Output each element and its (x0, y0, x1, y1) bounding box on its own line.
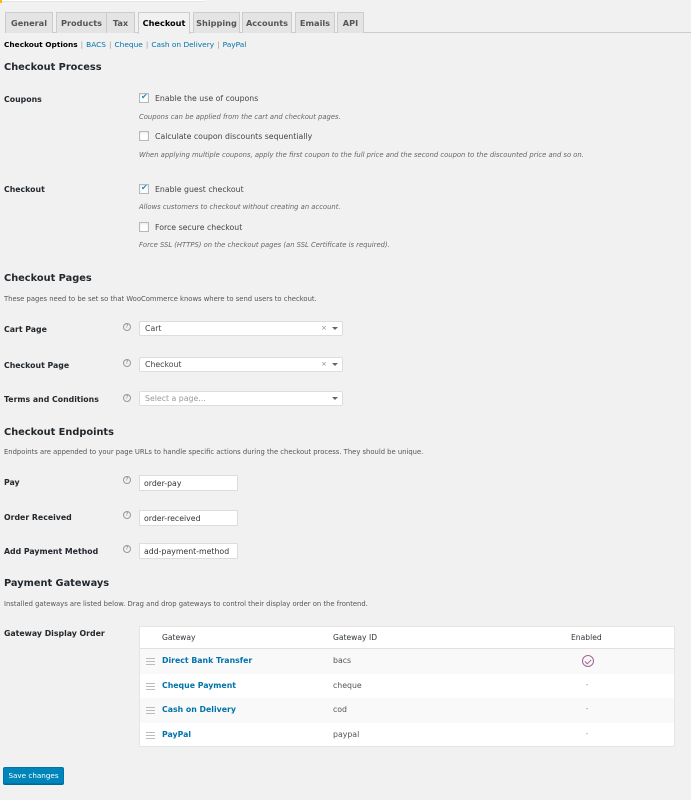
cart-page-label: Cart Page (4, 325, 47, 334)
tab-products[interactable]: Products (56, 12, 107, 33)
payment-gateways-heading: Payment Gateways (4, 578, 110, 589)
help-icon[interactable]: ? (123, 359, 131, 367)
tab-emails[interactable]: Emails (295, 12, 335, 33)
column-enabled: Enabled (571, 633, 602, 642)
subnav-paypal[interactable]: PayPal (223, 40, 247, 49)
table-row[interactable]: Cheque Payment cheque - (140, 674, 674, 699)
subnav-separator: | (217, 40, 220, 49)
subnav-separator: | (80, 40, 84, 49)
checkout-endpoints-description: Endpoints are appended to your page URLs… (4, 448, 424, 456)
secure-checkout-hint: Force SSL (HTTPS) on the checkout pages … (139, 241, 390, 249)
checkout-process-heading: Checkout Process (4, 62, 102, 73)
add-payment-method-endpoint-label: Add Payment Method (4, 547, 99, 556)
enabled-status: - (585, 679, 589, 689)
checkout-page-value: Checkout (145, 360, 182, 369)
drag-handle-icon[interactable] (146, 731, 155, 739)
payment-gateways-description: Installed gateways are listed below. Dra… (4, 600, 368, 608)
sequential-coupons-option[interactable]: Calculate coupon discounts sequentially (139, 131, 312, 141)
chevron-down-icon (332, 363, 338, 366)
checkout-endpoints-heading: Checkout Endpoints (4, 427, 114, 438)
pay-endpoint-label: Pay (4, 478, 20, 487)
clear-icon[interactable]: × (321, 322, 327, 335)
order-received-endpoint-input[interactable] (139, 510, 238, 526)
table-row[interactable]: Direct Bank Transfer bacs (140, 649, 674, 674)
sequential-coupons-checkbox[interactable] (139, 131, 149, 141)
tab-accounts[interactable]: Accounts (242, 12, 292, 33)
tab-shipping[interactable]: Shipping (193, 12, 240, 33)
gateway-name-link[interactable]: Cash on Delivery (162, 705, 236, 714)
chevron-down-icon (332, 327, 338, 330)
guest-checkout-label: Enable guest checkout (155, 184, 244, 194)
table-row[interactable]: Cash on Delivery cod - (140, 698, 674, 723)
gateway-display-order-label: Gateway Display Order (4, 629, 105, 638)
secure-checkout-checkbox[interactable] (139, 222, 149, 232)
gateways-table-header: Gateway Gateway ID Enabled (140, 627, 674, 649)
enable-coupons-label: Enable the use of coupons (155, 93, 259, 103)
terms-page-placeholder: Select a page... (145, 394, 206, 403)
enabled-check-icon (582, 655, 594, 667)
tab-tax[interactable]: Tax (106, 12, 135, 33)
enabled-status: - (585, 728, 589, 738)
help-icon[interactable]: ? (123, 394, 131, 402)
subnav-separator: | (145, 40, 149, 49)
help-icon[interactable]: ? (123, 476, 131, 484)
gateway-id: cheque (333, 680, 362, 690)
gateway-name-link[interactable]: Cheque Payment (162, 681, 236, 690)
notice-marker (0, 0, 2, 3)
subnav-cod[interactable]: Cash on Delivery (151, 40, 214, 49)
subnav-cheque[interactable]: Cheque (114, 40, 142, 49)
settings-tabs: General Products Tax Checkout Shipping A… (5, 12, 691, 34)
enable-coupons-option[interactable]: Enable the use of coupons (139, 92, 259, 103)
section-subnav: Checkout Options | BACS | Cheque | Cash on Del… (4, 40, 246, 49)
chevron-down-icon (332, 397, 338, 400)
gateway-id: cod (333, 705, 348, 714)
subnav-separator: | (108, 40, 112, 49)
save-changes-button[interactable]: Save changes (3, 767, 64, 784)
column-gateway: Gateway (162, 633, 196, 642)
table-row[interactable]: PayPal paypal - (140, 723, 674, 748)
subnav-current: Checkout Options (4, 40, 78, 49)
terms-page-label: Terms and Conditions (4, 395, 99, 404)
checkout-page-select[interactable]: Checkout × (139, 357, 343, 372)
drag-handle-icon[interactable] (146, 658, 155, 665)
subnav-bacs[interactable]: BACS (86, 40, 106, 49)
tab-api[interactable]: API (337, 12, 364, 33)
checkout-pages-description: These pages need to be set so that WooCo… (4, 295, 317, 303)
checkout-label: Checkout (4, 185, 45, 194)
add-payment-method-endpoint-input[interactable] (139, 543, 238, 559)
tab-general[interactable]: General (5, 12, 53, 33)
help-icon[interactable]: ? (123, 323, 131, 331)
checkout-page-label: Checkout Page (4, 361, 70, 370)
order-received-endpoint-label: Order Received (4, 513, 72, 522)
guest-checkout-hint: Allows customers to checkout without cre… (139, 203, 341, 211)
tab-checkout[interactable]: Checkout (138, 12, 190, 34)
gateway-id: paypal (333, 729, 360, 739)
admin-notice-strip (0, 0, 205, 3)
checkout-pages-heading: Checkout Pages (4, 273, 92, 284)
enable-coupons-hint: Coupons can be applied from the cart and… (139, 113, 341, 121)
cart-page-value: Cart (145, 324, 162, 333)
column-gateway-id: Gateway ID (333, 633, 378, 642)
pay-endpoint-input[interactable] (139, 475, 238, 491)
cart-page-select[interactable]: Cart × (139, 321, 343, 336)
gateway-name-link[interactable]: PayPal (162, 730, 191, 739)
drag-handle-icon[interactable] (146, 682, 155, 690)
secure-checkout-option[interactable]: Force secure checkout (139, 222, 242, 232)
gateway-name-link[interactable]: Direct Bank Transfer (162, 656, 252, 665)
secure-checkout-label: Force secure checkout (155, 222, 243, 232)
gateway-id: bacs (333, 656, 352, 665)
clear-icon[interactable]: × (321, 358, 327, 371)
help-icon[interactable]: ? (123, 511, 131, 519)
drag-handle-icon[interactable] (146, 707, 155, 714)
enabled-status: - (585, 704, 589, 713)
help-icon[interactable]: ? (123, 545, 131, 553)
coupons-label: Coupons (4, 95, 42, 104)
guest-checkout-checkbox[interactable] (139, 183, 149, 194)
guest-checkout-option[interactable]: Enable guest checkout (139, 183, 244, 194)
sequential-coupons-hint: When applying multiple coupons, apply th… (139, 151, 584, 159)
terms-page-select[interactable]: Select a page... (139, 391, 343, 406)
sequential-coupons-label: Calculate coupon discounts sequentially (155, 131, 313, 141)
enable-coupons-checkbox[interactable] (139, 92, 149, 103)
gateways-table: Gateway Gateway ID Enabled Direct Bank T… (139, 626, 675, 747)
